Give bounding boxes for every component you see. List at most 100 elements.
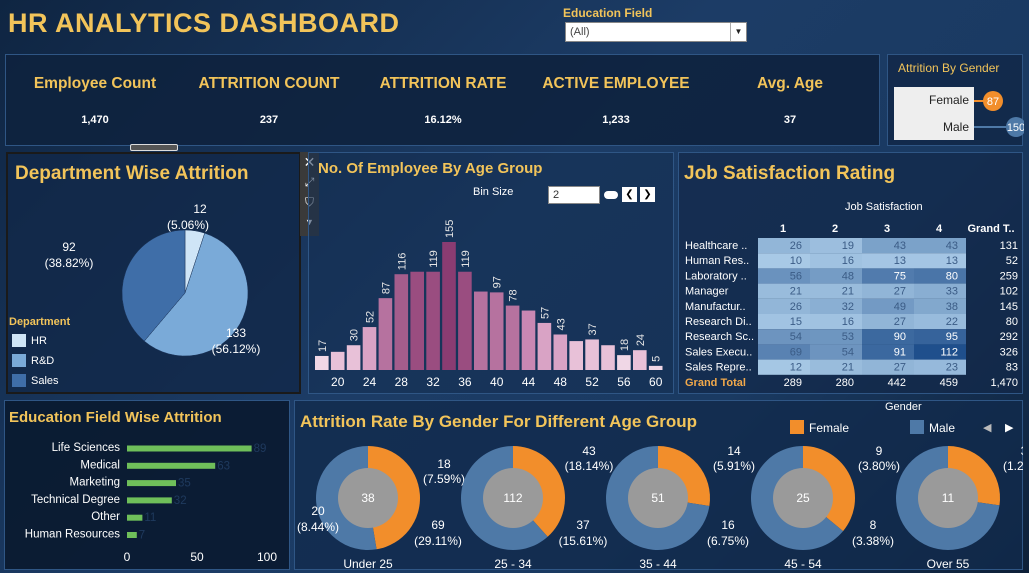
- donut-male-pct: (6.75%): [707, 534, 749, 548]
- education-filter-value: (All): [570, 26, 590, 38]
- job-sat-cell-value: 16: [842, 255, 854, 267]
- job-sat-cell-value: 23: [946, 362, 958, 374]
- donut-male-pct: (8.44%): [297, 520, 339, 534]
- education-bar-value: 7: [139, 530, 145, 542]
- job-sat-cell: [810, 344, 862, 360]
- job-sat-role-label: Human Res..: [685, 255, 749, 267]
- age-tick-label: 56: [617, 375, 631, 389]
- chevron-down-icon[interactable]: ▼: [730, 23, 746, 41]
- job-sat-role-label: Manufactur..: [685, 301, 746, 313]
- job-sat-col-header: 3: [884, 223, 890, 235]
- age-bar: [315, 355, 329, 370]
- job-sat-role-label: Manager: [685, 286, 729, 298]
- male-value: 150: [1007, 122, 1024, 134]
- job-sat-cell: [758, 329, 810, 345]
- job-sat-cell-value: 80: [946, 270, 958, 282]
- donut-total: 112: [503, 491, 522, 505]
- education-category-label: Technical Degree: [31, 494, 120, 506]
- donut-female-pct: (18.14%): [565, 459, 614, 473]
- education-bar: [127, 532, 137, 538]
- job-sat-row-total: 52: [1006, 255, 1018, 267]
- job-sat-cell: [914, 268, 966, 284]
- donut-age-label: Under 25: [343, 557, 393, 570]
- age-bar-label: 155: [444, 220, 456, 238]
- drag-handle[interactable]: [130, 144, 178, 151]
- job-sat-cell-value: 54: [842, 346, 854, 358]
- donut-male-pct: (3.38%): [852, 534, 894, 548]
- donut-total: 38: [361, 491, 375, 505]
- donut-age-label: Over 55: [927, 557, 970, 570]
- age-tick-label: 20: [331, 375, 345, 389]
- job-sat-cell: [914, 359, 966, 375]
- job-sat-grand-total-label: Grand Total: [685, 377, 746, 389]
- job-sat-cell: [758, 283, 810, 299]
- job-sat-cell-value: 48: [842, 270, 854, 282]
- kpi-attrition-rate-label: ATTRITION RATE: [379, 75, 507, 92]
- job-sat-cell: [810, 268, 862, 284]
- age-bar-label: 24: [635, 334, 647, 346]
- job-sat-cell-value: 26: [790, 240, 802, 252]
- age-tick-label: 40: [490, 375, 504, 389]
- job-sat-cell-value: 21: [842, 362, 854, 374]
- job-sat-cell: [758, 253, 810, 269]
- job-sat-grand-value: 289: [784, 377, 802, 389]
- age-bar: [601, 345, 615, 370]
- legend-swatch-hr: [12, 334, 26, 347]
- donut-female-count: 18: [437, 457, 451, 471]
- age-bar-label: 119: [460, 250, 472, 268]
- kpi-avg-age-label: Avg. Age: [756, 75, 824, 92]
- age-tick-label: 48: [554, 375, 568, 389]
- education-bar-value: 89: [254, 443, 267, 455]
- age-bar: [505, 305, 520, 370]
- education-category-label: Marketing: [70, 477, 121, 489]
- job-sat-cell-value: 26: [790, 301, 802, 313]
- donut-male-pct: (15.61%): [559, 534, 608, 548]
- gender-age-donut-charts: 38Under 2518(7.59%)20(8.44%)11225 - 3443…: [297, 444, 1023, 570]
- legend-label-sales: Sales: [31, 375, 59, 387]
- job-sat-cell-value: 56: [790, 270, 802, 282]
- job-sat-cell: [862, 253, 914, 269]
- job-sat-col-header: 2: [832, 223, 838, 235]
- age-bar: [410, 271, 424, 370]
- job-sat-cell-value: 53: [842, 331, 854, 343]
- job-sat-cell: [810, 283, 862, 299]
- education-filter-dropdown[interactable]: (All) ▼: [565, 22, 747, 42]
- job-sat-cell: [810, 314, 862, 330]
- job-sat-cell-value: 49: [894, 301, 906, 313]
- age-bar: [585, 339, 599, 370]
- age-bar-label: 17: [317, 340, 329, 352]
- job-sat-row-total: 145: [1000, 301, 1018, 313]
- legend-swatch-sales: [12, 374, 26, 387]
- job-sat-cell: [862, 298, 914, 314]
- age-bar: [569, 341, 583, 370]
- job-sat-cell: [862, 314, 914, 330]
- legend-label-rd: R&D: [31, 355, 55, 367]
- donut-male-count: 16: [721, 518, 735, 532]
- donut-total: 51: [651, 491, 665, 505]
- job-sat-cell-value: 10: [790, 255, 802, 267]
- age-tick-label: 52: [585, 375, 599, 389]
- job-sat-row-total: 102: [1000, 286, 1018, 298]
- kpi-attrition-rate-value: 16.12%: [424, 114, 462, 126]
- age-bar: [394, 274, 409, 370]
- job-sat-cell-value: 33: [946, 286, 958, 298]
- job-satisfaction-heatmap: 1 2 3 4 Grand T..Healthcare .. 26 19 43 43 131Hum…: [685, 223, 1018, 389]
- job-sat-cell: [758, 344, 810, 360]
- age-bar-label: 5: [651, 356, 663, 362]
- job-sat-cell: [862, 238, 914, 254]
- age-bar: [474, 291, 488, 370]
- education-category-label: Life Sciences: [52, 442, 121, 454]
- job-sat-cell-value: 27: [894, 362, 906, 374]
- gender-attrition-title: Attrition By Gender: [898, 61, 1000, 75]
- kpi-attrition-count-label: ATTRITION COUNT: [198, 75, 340, 92]
- job-sat-cell: [758, 238, 810, 254]
- job-sat-cell: [862, 329, 914, 345]
- job-sat-cell-value: 19: [842, 240, 854, 252]
- job-sat-cell: [862, 359, 914, 375]
- job-sat-cell: [810, 298, 862, 314]
- age-bar: [458, 271, 472, 370]
- job-sat-cell-value: 22: [946, 316, 958, 328]
- job-sat-cell: [914, 253, 966, 269]
- age-bar: [442, 242, 456, 370]
- job-sat-role-label: Research Di..: [685, 316, 752, 328]
